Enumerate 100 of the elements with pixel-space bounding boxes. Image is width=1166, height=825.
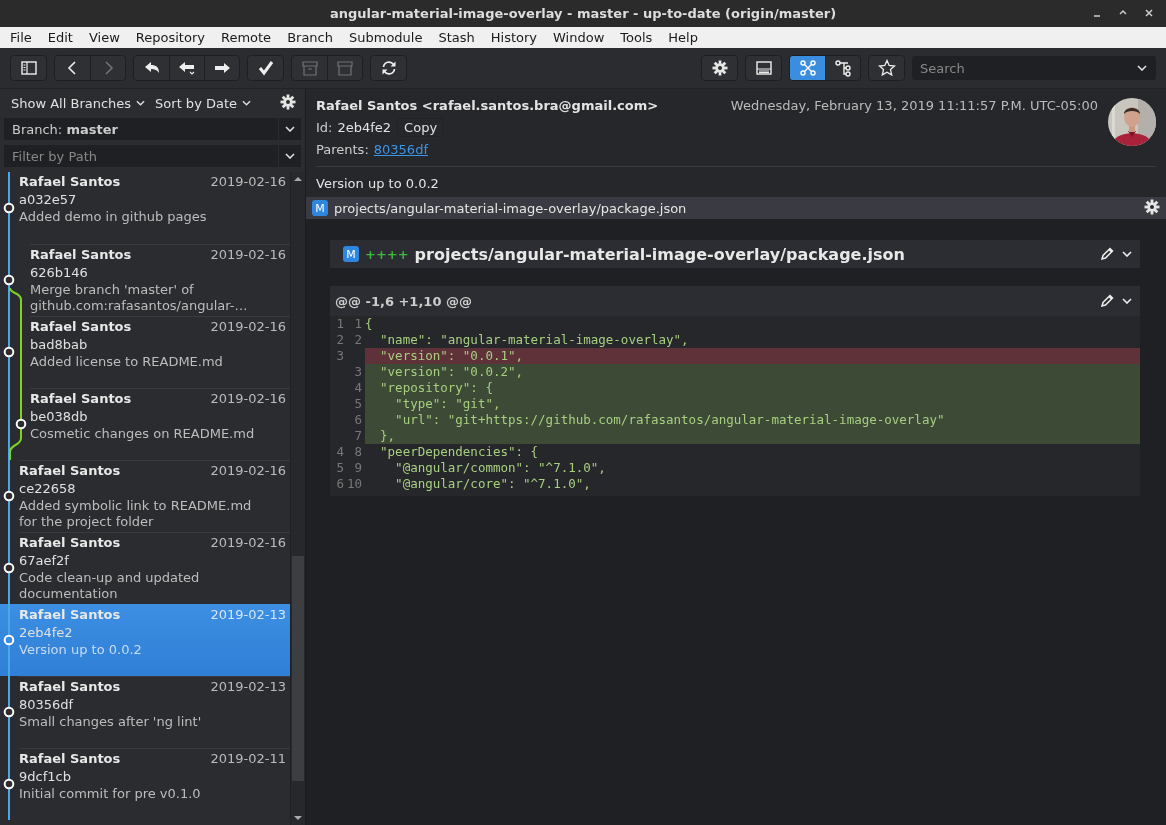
menu-item[interactable]: Tools [612,30,661,45]
author-name: Rafael Santos [30,390,132,408]
line-number: 7 [353,428,362,444]
commit-node-icon [3,490,15,502]
commit-date: 2019-02-13 [210,678,286,696]
menu-item[interactable]: File [2,30,40,45]
settings-icon[interactable] [1144,198,1160,215]
sort-dropdown[interactable]: Sort by Date [150,95,257,111]
path-filter-field[interactable]: Filter by Path [4,145,278,167]
line-number: 9 [353,460,362,476]
line-number: 5 [353,396,362,412]
commit-hash: a032e57 [19,191,78,209]
commit-message: Added demo in github pages [19,209,208,225]
commit-message: Initial commit for pre v0.1.0 [19,786,202,802]
window-title: angular-material-image-overlay - master - up-to-date (origin/master) [329,6,837,21]
commit-node-icon [15,418,27,430]
menu-item[interactable]: View [80,30,128,45]
commit-hash: 2eb4fe2 [19,624,74,642]
branch-filter-dropdown[interactable]: Show All Branches [6,95,151,111]
line-number: 10 [345,476,362,492]
commit-hash: 80356df [19,696,75,714]
line-number: 6 [335,476,344,492]
scrollbar[interactable] [290,172,305,825]
commit-row[interactable]: Rafael Santos 2019-02-16 a032e57 Added demo in github pages [0,172,290,244]
menu-item[interactable]: Branch [279,30,341,45]
modified-badge: M [312,200,328,216]
menu-item[interactable]: Remote [212,30,280,45]
menu-item[interactable]: Repository [127,30,213,45]
menu-item[interactable]: Submodule [341,30,431,45]
line-number: 3 [335,348,344,364]
commit-node-icon [3,634,15,646]
line-number: 2 [335,332,344,348]
commit-date: 2019-02-16 [210,534,286,552]
commit-date: 2019-02-16 [210,173,286,191]
commit-hash: be038db [30,408,89,426]
id-label: Id: [316,119,333,135]
branch-selector[interactable]: Branch: master [4,118,301,140]
graph-nodes-icon [798,59,817,77]
sidebar-icon [19,59,38,77]
parents-label: Parents: [316,141,369,157]
chevron-down-icon [242,100,252,106]
code-line: "@angular/core": "^7.1.0", [394,476,592,492]
commit-node-icon [3,274,15,286]
pencil-icon[interactable] [1100,247,1114,261]
menu-item[interactable]: Stash [430,30,483,45]
commit-node-icon [3,346,15,358]
commit-date: 2019-02-16 [210,462,286,480]
commit-message: Added license to README.md [30,354,224,370]
commit-date: 2019-02-16 [210,246,286,264]
left-arrow-icon [178,59,196,77]
commit-date: 2019-02-16 [210,390,286,408]
file-path[interactable]: projects/angular-material-image-overlay/package.json [334,200,687,216]
author-name: Rafael Santos [19,750,121,768]
author-name: Rafael Santos [19,462,121,480]
pencil-icon[interactable] [1100,294,1114,308]
settings-icon [710,59,729,77]
menu-item[interactable]: Window [545,30,613,45]
code-line: "peerDependencies": { [379,444,540,460]
chevron-down-icon [285,126,295,132]
star-icon [877,59,896,77]
line-number: 1 [335,316,344,332]
author-name: Rafael Santos [30,246,132,264]
commit-hash: 9dcf1cb [19,768,72,786]
chevron-down-icon [1137,65,1147,71]
branch-tree-icon [834,59,852,77]
commit-hash: 626b146 [30,264,89,282]
modified-badge: M [343,246,359,262]
checkmark-icon [256,59,275,77]
line-number: 1 [353,316,362,332]
copy-button[interactable]: Copy [397,117,445,137]
commit-message: Added symbolic link to README.md for the project folder [19,498,253,530]
menu-item[interactable]: Edit [39,30,81,45]
commit-id: 2eb4fe2 [337,119,392,135]
commit-date: 2019-02-11 [210,750,286,768]
code-line: { [365,316,374,332]
archive-box-icon [336,59,354,77]
line-number: 5 [335,460,344,476]
menu-item[interactable]: Help [660,30,706,45]
author-name: Rafael Santos [19,534,121,552]
commit-node-icon [3,562,15,574]
line-number: 3 [353,364,362,380]
commit-message: Small changes after 'ng lint' [19,714,203,730]
added-marker: ++++ [365,246,409,262]
commit-hash: ce22658 [19,480,77,498]
commit-date: Wednesday, February 13, 2019 11:11:57 P.M. UTC-05:00 [730,97,1098,113]
chevron-down-icon [136,100,146,106]
parent-link[interactable]: 80356df [373,141,428,157]
close-icon[interactable] [1144,8,1154,18]
line-number: 2 [353,332,362,348]
menu-item[interactable]: History [482,30,546,45]
settings-icon[interactable] [280,93,296,110]
file-path: projects/angular-material-image-overlay/package.json [414,244,905,264]
author-name: Rafael Santos [19,173,121,191]
chevron-down-icon [1122,251,1132,257]
chevron-down-icon [285,153,295,159]
author-email: Rafael Santos <rafael.santos.bra@gmail.com> [316,97,659,113]
dropdown-button[interactable] [278,145,301,167]
commit-message: Version up to 0.0.2 [19,642,143,658]
code-line: "name": "angular-material-image-overlay", [379,332,690,348]
search-field[interactable]: Search [912,56,1156,80]
